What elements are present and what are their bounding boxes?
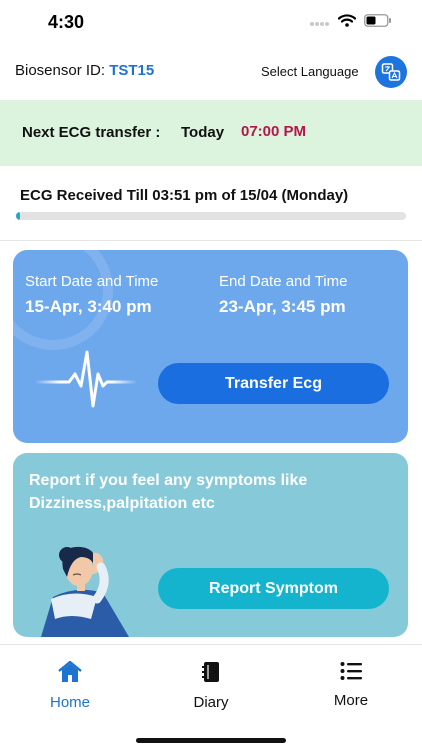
- select-language-label[interactable]: Select Language: [261, 64, 359, 79]
- tab-home[interactable]: Home: [20, 660, 120, 711]
- next-ecg-transfer-banner: Next ECG transfer : Today 07:00 PM: [0, 100, 422, 166]
- next-transfer-label: Next ECG transfer :: [22, 124, 161, 141]
- menu-list-icon: [340, 662, 362, 685]
- ecg-session-card: Start Date and Time 15-Apr, 3:40 pm End …: [13, 250, 408, 443]
- language-translate-icon[interactable]: [375, 56, 407, 88]
- ecg-wave-icon: [33, 346, 139, 417]
- biosensor-id: Biosensor ID: TST15: [15, 62, 154, 79]
- woman-headache-illustration: [37, 539, 133, 637]
- tab-more-label: More: [333, 692, 369, 709]
- start-date-value: 15-Apr, 3:40 pm: [25, 297, 152, 316]
- status-bar: 4:30: [0, 0, 422, 44]
- battery-icon: [364, 14, 392, 32]
- report-symptom-button[interactable]: Report Symptom: [158, 568, 389, 609]
- start-date-label: Start Date and Time: [25, 273, 159, 290]
- diary-icon: [201, 662, 221, 687]
- divider: [0, 240, 422, 241]
- next-transfer-time: 07:00 PM: [241, 123, 307, 140]
- status-time: 4:30: [48, 12, 85, 32]
- home-icon: [58, 660, 82, 687]
- progress-fill: [16, 212, 20, 220]
- tab-diary[interactable]: Diary: [161, 661, 261, 711]
- top-bar: Biosensor ID: TST15 Select Language: [0, 56, 422, 88]
- tab-home-label: Home: [49, 694, 90, 711]
- status-icons: [310, 14, 392, 32]
- biosensor-id-value: TST15: [109, 62, 155, 79]
- report-symptom-card: Report if you feel any symptoms like Diz…: [13, 453, 408, 637]
- ecg-received-progress: [16, 212, 406, 220]
- signal-icon: [310, 14, 330, 32]
- wifi-icon: [337, 14, 357, 32]
- next-transfer-day: Today: [181, 124, 225, 141]
- biosensor-label: Biosensor ID:: [15, 62, 106, 79]
- report-prompt-text: Report if you feel any symptoms like Diz…: [29, 472, 308, 512]
- ecg-received-status: ECG Received Till 03:51 pm of 15/04 (Mon…: [20, 187, 349, 204]
- end-date-label: End Date and Time: [219, 273, 348, 290]
- transfer-ecg-button[interactable]: Transfer Ecg: [158, 363, 389, 404]
- home-indicator[interactable]: [136, 738, 286, 743]
- end-date-value: 23-Apr, 3:45 pm: [219, 297, 346, 316]
- tab-diary-label: Diary: [193, 694, 229, 711]
- tab-more[interactable]: More: [301, 661, 401, 709]
- bottom-tab-bar: Home Diary More: [0, 644, 422, 750]
